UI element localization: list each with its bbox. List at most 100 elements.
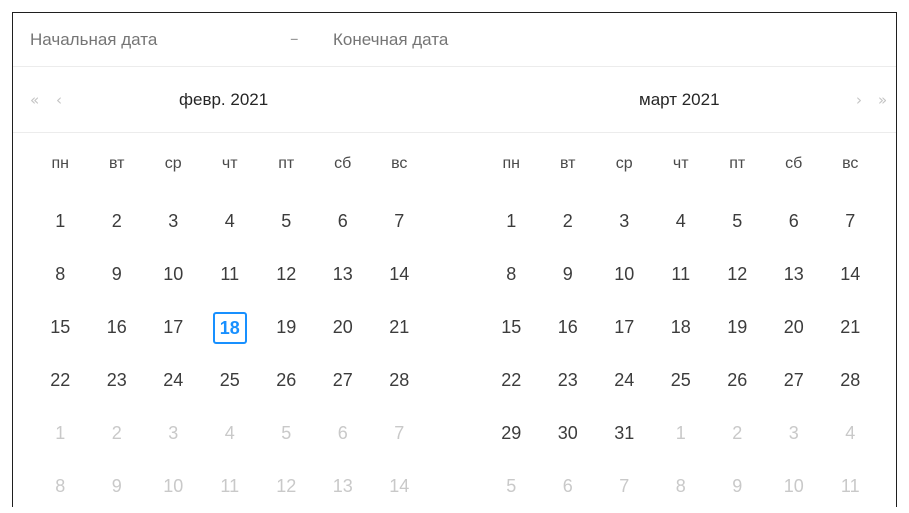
day-number: 8 [506,264,517,284]
day-cell[interactable]: 15 [483,301,540,354]
day-cell[interactable]: 4 [653,195,710,248]
day-cell[interactable]: 10 [596,248,653,301]
day-cell[interactable]: 16 [89,301,146,354]
outside-day-cell[interactable]: 9 [709,460,766,513]
outside-day-cell[interactable]: 1 [653,407,710,460]
day-number: 27 [783,370,804,390]
day-cell[interactable]: 6 [315,195,372,248]
day-cell[interactable]: 21 [822,301,879,354]
outside-day-cell[interactable]: 2 [89,407,146,460]
outside-day-cell[interactable]: 13 [315,460,372,513]
day-cell[interactable]: 16 [540,301,597,354]
end-date-input[interactable] [333,13,573,67]
day-cell[interactable]: 8 [32,248,89,301]
day-cell[interactable]: 28 [822,354,879,407]
day-cell[interactable]: 11 [202,248,259,301]
outside-day-cell[interactable]: 14 [371,460,428,513]
today-cell[interactable]: 18 [202,301,259,354]
outside-day-cell[interactable]: 9 [89,460,146,513]
outside-day-cell[interactable]: 5 [258,407,315,460]
outside-day-cell[interactable]: 10 [145,460,202,513]
day-cell[interactable]: 12 [258,248,315,301]
day-cell[interactable]: 27 [315,354,372,407]
day-cell[interactable]: 7 [822,195,879,248]
prev-month-button[interactable]: ‹ [56,91,62,109]
outside-day-cell[interactable]: 7 [596,460,653,513]
day-cell[interactable]: 24 [145,354,202,407]
day-cell[interactable]: 3 [596,195,653,248]
outside-day-cell[interactable]: 5 [483,460,540,513]
right-month-title[interactable]: март 2021 [639,89,720,111]
day-cell[interactable]: 23 [540,354,597,407]
day-cell[interactable]: 13 [315,248,372,301]
day-cell[interactable]: 10 [145,248,202,301]
day-cell[interactable]: 8 [483,248,540,301]
day-cell[interactable]: 22 [32,354,89,407]
day-cell[interactable]: 2 [89,195,146,248]
day-cell[interactable]: 25 [202,354,259,407]
day-cell[interactable]: 19 [258,301,315,354]
day-cell[interactable]: 1 [32,195,89,248]
day-cell[interactable]: 9 [540,248,597,301]
day-cell[interactable]: 26 [258,354,315,407]
day-cell[interactable]: 11 [653,248,710,301]
day-number: 8 [675,476,686,496]
outside-day-cell[interactable]: 1 [32,407,89,460]
outside-day-cell[interactable]: 10 [766,460,823,513]
day-cell[interactable]: 17 [596,301,653,354]
day-cell[interactable]: 25 [653,354,710,407]
day-cell[interactable]: 18 [653,301,710,354]
outside-day-cell[interactable]: 4 [822,407,879,460]
prev-year-button[interactable]: « [30,91,39,109]
day-cell[interactable]: 7 [371,195,428,248]
day-cell[interactable]: 1 [483,195,540,248]
day-cell[interactable]: 5 [709,195,766,248]
outside-day-cell[interactable]: 11 [822,460,879,513]
day-cell[interactable]: 27 [766,354,823,407]
day-cell[interactable]: 31 [596,407,653,460]
day-cell[interactable]: 12 [709,248,766,301]
outside-day-cell[interactable]: 11 [202,460,259,513]
day-cell[interactable]: 17 [145,301,202,354]
outside-day-cell[interactable]: 6 [315,407,372,460]
day-cell[interactable]: 29 [483,407,540,460]
day-number: 4 [845,423,856,443]
outside-day-cell[interactable]: 6 [540,460,597,513]
day-cell[interactable]: 15 [32,301,89,354]
day-number: 3 [168,211,179,231]
day-cell[interactable]: 26 [709,354,766,407]
day-cell[interactable]: 6 [766,195,823,248]
outside-day-cell[interactable]: 7 [371,407,428,460]
outside-day-cell[interactable]: 3 [145,407,202,460]
day-cell[interactable]: 20 [315,301,372,354]
day-cell[interactable]: 23 [89,354,146,407]
next-month-button[interactable]: › [856,91,862,109]
day-cell[interactable]: 3 [145,195,202,248]
week-row: 8 9 10 11 12 13 14 [483,248,879,301]
day-cell[interactable]: 22 [483,354,540,407]
day-cell[interactable]: 14 [822,248,879,301]
outside-day-cell[interactable]: 8 [32,460,89,513]
start-date-input[interactable] [30,13,270,67]
week-row: 1 2 3 4 5 6 7 [32,407,428,460]
outside-day-cell[interactable]: 4 [202,407,259,460]
outside-day-cell[interactable]: 8 [653,460,710,513]
day-cell[interactable]: 19 [709,301,766,354]
day-cell[interactable]: 21 [371,301,428,354]
day-cell[interactable]: 5 [258,195,315,248]
day-cell[interactable]: 4 [202,195,259,248]
day-cell[interactable]: 2 [540,195,597,248]
next-year-button[interactable]: » [878,91,887,109]
outside-day-cell[interactable]: 2 [709,407,766,460]
day-cell[interactable]: 20 [766,301,823,354]
outside-day-cell[interactable]: 3 [766,407,823,460]
outside-day-cell[interactable]: 12 [258,460,315,513]
day-cell[interactable]: 28 [371,354,428,407]
day-cell[interactable]: 14 [371,248,428,301]
left-month-title[interactable]: февр. 2021 [179,89,268,111]
day-cell[interactable]: 24 [596,354,653,407]
day-cell[interactable]: 30 [540,407,597,460]
day-number: 12 [276,476,297,496]
day-cell[interactable]: 9 [89,248,146,301]
day-cell[interactable]: 13 [766,248,823,301]
